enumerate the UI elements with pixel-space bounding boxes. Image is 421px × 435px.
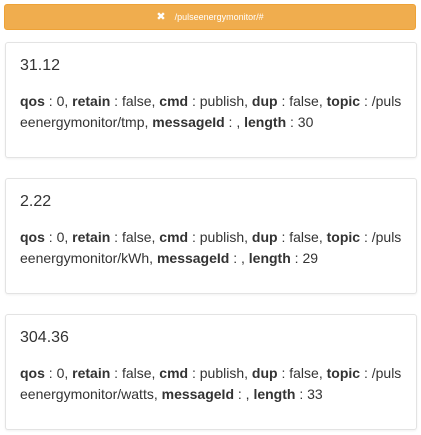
message-panel: 2.22 qos : 0, retain : false, cmd : publ… (5, 178, 417, 294)
dup-label: dup (251, 365, 278, 381)
topic-header[interactable]: ✖ /pulseenergymonitor/# (4, 4, 416, 30)
qos-value: 0 (56, 229, 65, 245)
message-payload: 304.36 (20, 329, 69, 346)
message-panel: 304.36 qos : 0, retain : false, cmd : pu… (5, 314, 417, 430)
messageid-label: messageId (152, 114, 225, 130)
cmd-value: publish (199, 365, 245, 381)
cmd-value: publish (199, 93, 245, 109)
length-label: length (253, 386, 296, 402)
topic-label: topic (326, 229, 361, 245)
length-value: 30 (297, 114, 314, 130)
qos-value: 0 (56, 365, 65, 381)
dup-label: dup (251, 229, 278, 245)
message-payload: 2.22 (20, 193, 52, 210)
length-label: length (248, 250, 291, 266)
qos-label: qos (20, 93, 45, 109)
cmd-label: cmd (159, 93, 189, 109)
retain-value: false (121, 365, 152, 381)
messageid-label: messageId (161, 386, 234, 402)
retain-label: retain (72, 229, 111, 245)
cmd-label: cmd (159, 229, 189, 245)
qos-label: qos (20, 229, 45, 245)
length-value: 33 (307, 386, 323, 402)
qos-label: qos (20, 365, 45, 381)
dup-value: false (289, 229, 319, 245)
dup-label: dup (251, 93, 278, 109)
length-value: 29 (302, 250, 319, 266)
message-list: 31.12 qos : 0, retain : false, cmd : pub… (5, 42, 417, 430)
message-panel: 31.12 qos : 0, retain : false, cmd : pub… (5, 42, 417, 158)
message-meta: qos : 0, retain : false, cmd : publish, … (20, 365, 402, 402)
dup-value: false (289, 365, 319, 381)
message-meta: qos : 0, retain : false, cmd : publish, … (20, 229, 402, 266)
retain-value: false (121, 93, 152, 109)
message-payload: 31.12 (20, 57, 61, 74)
qos-value: 0 (56, 93, 65, 109)
messageid-label: messageId (156, 250, 230, 266)
message-meta: qos : 0, retain : false, cmd : publish, … (20, 93, 402, 130)
cmd-value: publish (199, 229, 245, 245)
retain-value: false (121, 229, 152, 245)
retain-label: retain (72, 365, 111, 381)
dup-value: false (289, 93, 319, 109)
length-label: length (244, 114, 287, 130)
topic-label: topic (326, 93, 361, 109)
cmd-label: cmd (159, 365, 189, 381)
retain-label: retain (72, 93, 111, 109)
close-icon[interactable]: ✖ (156, 11, 165, 23)
topic-name: /pulseenergymonitor/# (174, 12, 264, 22)
topic-label: topic (326, 365, 361, 381)
